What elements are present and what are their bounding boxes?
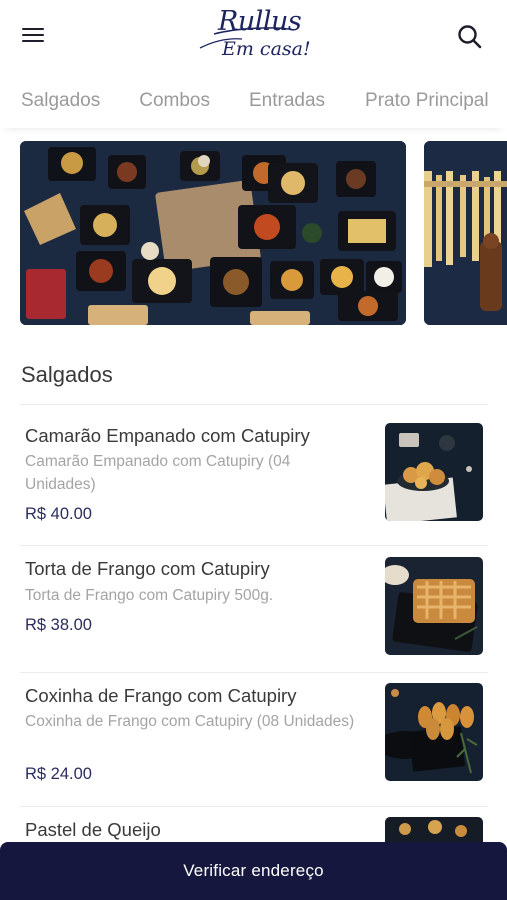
list-item[interactable]: Torta de Frango com Catupiry Torta de Fr… (20, 546, 488, 673)
item-price: R$ 40.00 (25, 505, 92, 523)
section-title: Salgados (21, 362, 113, 387)
item-price: R$ 24.00 (25, 765, 92, 783)
item-name: Camarão Empanado com Catupiry (25, 425, 310, 446)
tab-salgados[interactable]: Salgados (21, 78, 100, 128)
item-description: Torta de Frango com Catupiry 500g. (25, 587, 274, 604)
item-price: R$ 38.00 (25, 616, 92, 634)
tab-combos[interactable]: Combos (139, 78, 210, 128)
item-photo-torta (385, 557, 483, 655)
list-item[interactable]: Coxinha de Frango com Catupiry Coxinha d… (20, 673, 488, 807)
logo-text-rullus: Rullus (218, 6, 302, 37)
list-item[interactable]: Camarão Empanado com Catupiry Camarão Em… (20, 405, 488, 546)
banner-image-food-spread[interactable] (20, 141, 406, 325)
tab-prato-principal[interactable]: Prato Principal (365, 78, 489, 128)
category-tabs: Salgados Combos Entradas Prato Principal (0, 78, 507, 128)
item-name: Coxinha de Frango com Catupiry (25, 685, 297, 706)
banner-carousel[interactable] (20, 141, 507, 325)
verify-address-button[interactable]: Verificar endereço (0, 842, 507, 900)
rullus-logo: Rullus Em casa! (196, 4, 312, 70)
logo-text-em-casa: Em casa! (222, 38, 311, 60)
search-icon[interactable] (457, 24, 483, 50)
banner-image-pasta[interactable] (424, 141, 507, 325)
item-name: Pastel de Queijo (25, 819, 161, 840)
verify-address-label: Verificar endereço (183, 861, 324, 880)
product-list: Camarão Empanado com Catupiry Camarão Em… (0, 405, 507, 900)
item-description: Coxinha de Frango com Catupiry (08 Unida… (25, 713, 355, 730)
item-photo-coxinha (385, 683, 483, 781)
item-photo-camarao (385, 423, 483, 521)
item-description: Camarão Empanado com Catupiry (04 Unidad… (25, 453, 291, 493)
app-header: Rullus Em casa! (0, 0, 507, 72)
tab-entradas[interactable]: Entradas (249, 78, 325, 128)
hamburger-menu-icon[interactable] (22, 24, 48, 48)
item-name: Torta de Frango com Catupiry (25, 558, 270, 579)
